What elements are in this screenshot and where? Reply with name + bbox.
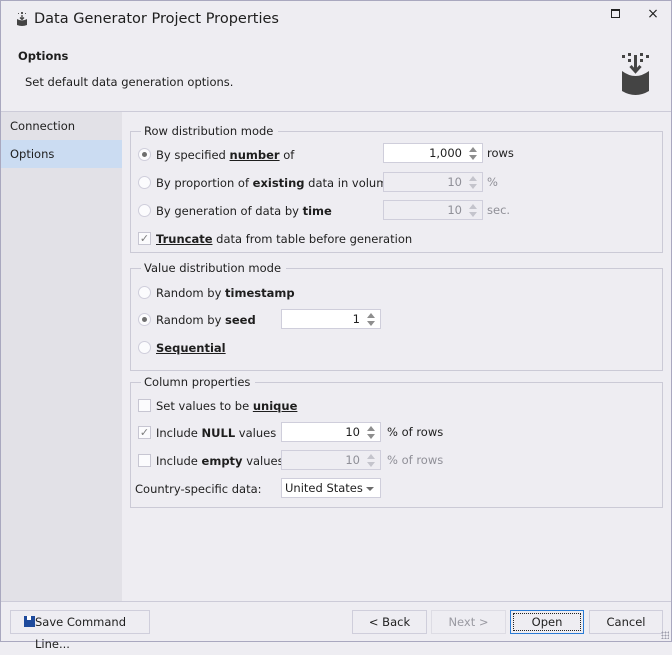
proportion-spinner[interactable]: 10	[383, 172, 483, 192]
footer-divider	[1, 601, 671, 602]
title-bar: Data Generator Project Properties ×	[1, 1, 671, 39]
radio-random-seed[interactable]: Random by seed	[138, 311, 256, 329]
proportion-value: 10	[447, 175, 462, 189]
time-value: 10	[447, 203, 462, 217]
column-properties-group: Column properties Set values to be uniqu…	[130, 375, 663, 508]
spinner-arrows-icon[interactable]	[469, 146, 478, 160]
truncate-checkbox[interactable]: ✓ Truncate data from table before generat…	[138, 230, 412, 248]
spinner-arrows-icon[interactable]	[367, 453, 376, 467]
country-label: Country-specific data:	[135, 482, 262, 496]
back-button[interactable]: < Back	[352, 610, 427, 634]
data-generator-icon	[17, 12, 27, 26]
checkbox[interactable]	[138, 454, 151, 467]
checkbox-checked[interactable]: ✓	[138, 232, 151, 245]
next-button[interactable]: Next >	[431, 610, 506, 634]
close-button[interactable]: ×	[641, 7, 665, 23]
cancel-button[interactable]: Cancel	[589, 610, 663, 634]
radio-by-number[interactable]: By specified number of	[138, 146, 294, 164]
null-unit-label: % of rows	[387, 425, 444, 439]
spinner-arrows-icon[interactable]	[469, 203, 478, 217]
null-percent-value: 10	[345, 425, 360, 439]
row-distribution-legend: Row distribution mode	[141, 124, 279, 138]
sidebar: Connection Options	[1, 112, 122, 601]
rows-count-spinner[interactable]: 1,000	[383, 143, 483, 163]
dialog-window: Data Generator Project Properties × Opti…	[0, 0, 672, 651]
radio-button[interactable]	[138, 341, 151, 354]
sidebar-item-connection[interactable]: Connection	[1, 112, 122, 140]
include-empty-checkbox[interactable]: Include empty values	[138, 452, 284, 470]
rows-unit-label: rows	[487, 146, 514, 160]
radio-button-checked[interactable]	[138, 313, 151, 326]
value-distribution-group: Value distribution mode Random by timest…	[130, 261, 663, 371]
resize-grip[interactable]	[661, 631, 669, 639]
radio-random-timestamp[interactable]: Random by timestamp	[138, 284, 295, 302]
column-properties-legend: Column properties	[141, 375, 256, 389]
radio-button[interactable]	[138, 204, 151, 217]
empty-unit-label: % of rows	[387, 453, 444, 467]
time-spinner[interactable]: 10	[383, 200, 483, 220]
radio-by-proportion[interactable]: By proportion of existing data in volume…	[138, 174, 409, 192]
seed-value: 1	[352, 312, 360, 326]
close-icon: ×	[647, 6, 659, 22]
seconds-unit-label: sec.	[487, 203, 511, 217]
maximize-icon	[611, 9, 620, 18]
checkbox-checked[interactable]: ✓	[138, 426, 151, 439]
value-distribution-legend: Value distribution mode	[141, 261, 287, 275]
options-panel: Row distribution mode By specified numbe…	[122, 112, 671, 601]
seed-spinner[interactable]: 1	[281, 309, 381, 329]
checkbox[interactable]	[138, 399, 151, 412]
page-description: Set default data generation options.	[25, 75, 234, 89]
empty-percent-value: 10	[345, 453, 360, 467]
percent-unit-label: %	[487, 175, 498, 189]
database-import-icon	[622, 53, 649, 95]
radio-button[interactable]	[138, 286, 151, 299]
sidebar-item-options[interactable]: Options	[1, 140, 122, 168]
row-distribution-group: Row distribution mode By specified numbe…	[130, 124, 663, 253]
unique-values-checkbox[interactable]: Set values to be unique	[138, 397, 297, 415]
spinner-arrows-icon[interactable]	[367, 312, 376, 326]
spinner-arrows-icon[interactable]	[469, 175, 478, 189]
save-command-line-button[interactable]: Save Command Line...	[10, 610, 150, 651]
page-title: Options	[18, 49, 69, 63]
window-title: Data Generator Project Properties	[34, 11, 279, 27]
chevron-down-icon[interactable]	[366, 487, 374, 491]
focus-rectangle	[513, 613, 581, 631]
radio-sequential[interactable]: Sequential	[138, 339, 226, 357]
include-null-checkbox[interactable]: ✓ Include NULL values	[138, 424, 276, 442]
maximize-button[interactable]	[604, 7, 628, 23]
open-button[interactable]: Open	[510, 610, 584, 634]
radio-button-checked[interactable]	[138, 148, 151, 161]
radio-button[interactable]	[138, 176, 151, 189]
country-select-value: United States	[285, 481, 363, 495]
rows-count-value: 1,000	[429, 146, 462, 160]
null-percent-spinner[interactable]: 10	[281, 422, 381, 442]
radio-by-time[interactable]: By generation of data by time	[138, 202, 332, 220]
spinner-arrows-icon[interactable]	[367, 425, 376, 439]
save-icon	[24, 616, 35, 627]
country-select[interactable]: United States	[281, 478, 381, 498]
empty-percent-spinner[interactable]: 10	[281, 450, 381, 470]
